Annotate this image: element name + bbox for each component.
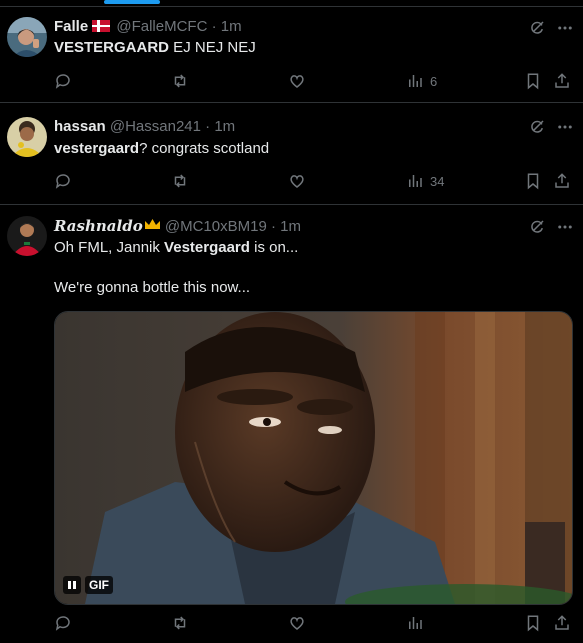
like-button[interactable] bbox=[288, 71, 306, 91]
reply-button[interactable] bbox=[54, 613, 72, 633]
bookmark-icon bbox=[527, 615, 539, 632]
like-icon bbox=[290, 617, 304, 630]
repost-icon bbox=[174, 174, 186, 188]
active-tab-indicator bbox=[104, 0, 160, 4]
repost-icon bbox=[174, 616, 186, 630]
highlight-keyword: Vestergaard bbox=[164, 239, 250, 256]
repost-button[interactable] bbox=[171, 613, 189, 633]
bookmark-button[interactable] bbox=[524, 171, 542, 191]
highlight-keyword: VESTERGAARD bbox=[54, 39, 170, 56]
views-icon bbox=[409, 617, 422, 629]
reply-button[interactable] bbox=[54, 71, 72, 91]
pause-icon bbox=[68, 581, 76, 589]
handle[interactable]: @Hassan241 bbox=[110, 118, 201, 135]
tweet-text-pre: Oh FML, Jannik bbox=[54, 239, 165, 256]
tweet-header: Rashnaldo @MC10xBM19 · 1m bbox=[54, 216, 301, 237]
like-icon bbox=[290, 175, 304, 188]
avatar[interactable] bbox=[7, 17, 47, 57]
bookmark-button[interactable] bbox=[524, 613, 542, 633]
share-icon bbox=[555, 73, 569, 88]
tweet-text-line-1: Oh FML, Jannik Vestergaard is on... bbox=[54, 238, 298, 258]
denmark-flag-icon bbox=[92, 20, 111, 32]
pause-button[interactable] bbox=[63, 576, 81, 594]
avatar[interactable] bbox=[7, 117, 47, 157]
reply-icon bbox=[55, 174, 70, 189]
more-icon[interactable] bbox=[556, 218, 574, 236]
display-name[interactable]: Rashnaldo bbox=[54, 217, 143, 235]
handle[interactable]: @FalleMCFC bbox=[116, 18, 207, 35]
tweet-text: vestergaard? congrats scotland bbox=[54, 139, 269, 159]
like-button[interactable] bbox=[288, 613, 306, 633]
reply-button[interactable] bbox=[54, 171, 72, 191]
timestamp[interactable]: 1m bbox=[214, 118, 235, 135]
repost-icon bbox=[174, 74, 186, 88]
gif-frame bbox=[55, 312, 572, 604]
handle[interactable]: @MC10xBM19 bbox=[165, 218, 267, 235]
separator: · bbox=[270, 218, 276, 235]
repost-button[interactable] bbox=[171, 71, 189, 91]
separator: · bbox=[205, 118, 211, 135]
views-count: 34 bbox=[430, 173, 445, 189]
share-button[interactable] bbox=[553, 71, 571, 91]
gif-media[interactable]: GIF bbox=[54, 311, 573, 605]
separator: · bbox=[211, 18, 217, 35]
share-button[interactable] bbox=[553, 171, 571, 191]
highlight-keyword: vestergaard bbox=[54, 140, 140, 157]
display-name[interactable]: Falle bbox=[54, 18, 88, 35]
display-name[interactable]: hassan bbox=[54, 118, 106, 135]
tweet-rashnaldo[interactable]: Rashnaldo @MC10xBM19 · 1m Oh FML, Jannik… bbox=[0, 205, 583, 643]
tweet-text: VESTERGAARD EJ NEJ NEJ bbox=[54, 38, 256, 58]
reply-icon bbox=[55, 616, 70, 631]
views-count: 6 bbox=[430, 73, 438, 89]
tweet-hassan[interactable]: hassan @Hassan241 · 1m vestergaard? cong… bbox=[0, 103, 583, 205]
more-icon[interactable] bbox=[556, 118, 574, 136]
repost-button[interactable] bbox=[171, 171, 189, 191]
more-icon[interactable] bbox=[556, 19, 574, 37]
timestamp[interactable]: 1m bbox=[280, 218, 301, 235]
bookmark-button[interactable] bbox=[524, 71, 542, 91]
gif-controls: GIF bbox=[63, 576, 113, 594]
gif-badge: GIF bbox=[85, 576, 113, 594]
tweet-header: Falle @FalleMCFC · 1m bbox=[54, 17, 242, 37]
avatar[interactable] bbox=[7, 216, 47, 256]
grok-icon[interactable] bbox=[528, 218, 546, 236]
share-button[interactable] bbox=[553, 613, 571, 633]
tweet-text-post: is on... bbox=[249, 239, 299, 256]
bookmark-icon bbox=[527, 173, 539, 190]
views-button[interactable] bbox=[406, 613, 424, 633]
tweet-text-rest: ? congrats scotland bbox=[139, 140, 270, 157]
reply-icon bbox=[55, 74, 70, 89]
tweet-actions: 6 bbox=[54, 71, 583, 91]
views-button[interactable]: 6 bbox=[406, 71, 437, 91]
views-icon bbox=[409, 75, 422, 87]
tweet-text-line-2: We're gonna bottle this now... bbox=[54, 279, 251, 296]
tweet-actions: 34 bbox=[54, 171, 583, 191]
crown-icon bbox=[144, 219, 160, 229]
tab-indicator-bar bbox=[0, 0, 583, 5]
bookmark-icon bbox=[527, 73, 539, 90]
tweet-text-rest: EJ NEJ NEJ bbox=[169, 39, 256, 56]
share-icon bbox=[555, 173, 569, 188]
like-icon bbox=[290, 75, 304, 88]
grok-icon[interactable] bbox=[528, 19, 546, 37]
grok-icon[interactable] bbox=[528, 118, 546, 136]
like-button[interactable] bbox=[288, 171, 306, 191]
tweet-actions bbox=[54, 613, 583, 633]
views-button[interactable]: 34 bbox=[406, 171, 444, 191]
tweet-falle[interactable]: Falle @FalleMCFC · 1m VESTERGAARD EJ NEJ… bbox=[0, 7, 583, 103]
share-icon bbox=[555, 615, 569, 630]
tweet-header: hassan @Hassan241 · 1m bbox=[54, 117, 235, 137]
timestamp[interactable]: 1m bbox=[221, 18, 242, 35]
views-icon bbox=[409, 175, 422, 187]
